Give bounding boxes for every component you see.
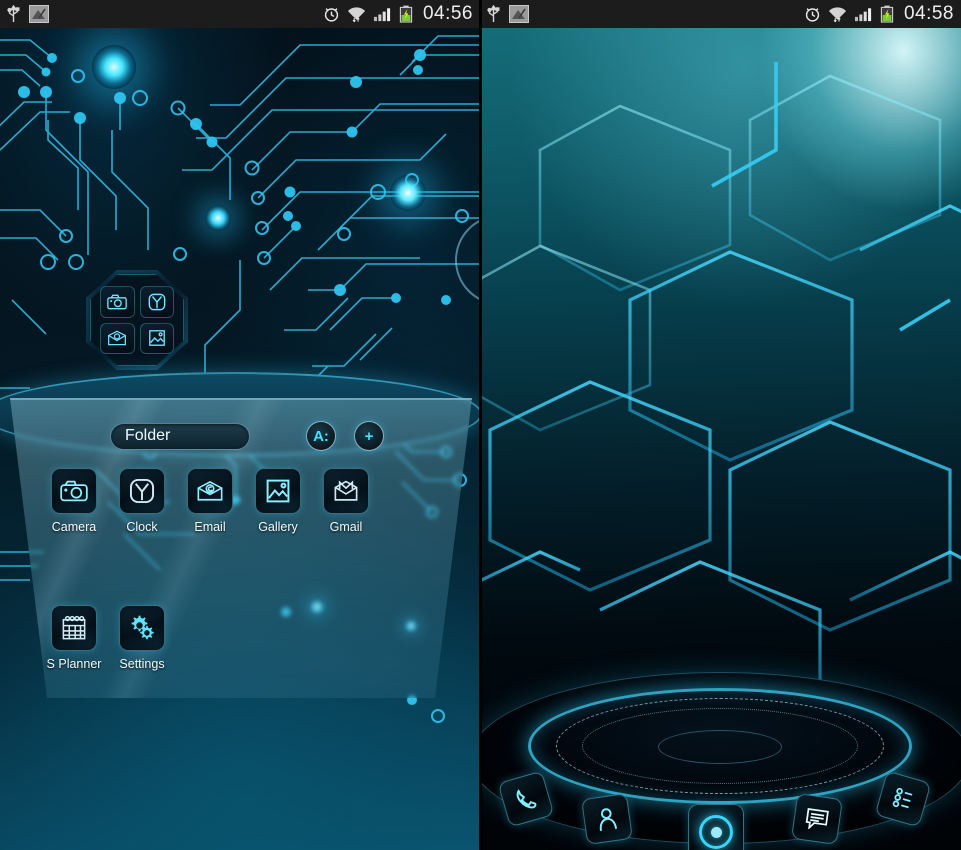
dock-messages[interactable] bbox=[791, 793, 843, 845]
folder-app-gallery[interactable]: Gallery bbox=[244, 468, 312, 534]
folder-app-gmail[interactable]: Gmail bbox=[312, 468, 380, 534]
add-app-button[interactable]: + bbox=[354, 421, 384, 451]
status-bar-clock: 04:58 bbox=[903, 3, 954, 24]
gallery-icon bbox=[255, 468, 301, 514]
clock-icon bbox=[119, 468, 165, 514]
camera-icon bbox=[51, 468, 97, 514]
folder-preview-gallery-icon bbox=[139, 322, 174, 354]
folder-name-input[interactable]: Folder bbox=[110, 422, 250, 450]
phone-icon bbox=[516, 789, 537, 809]
screenshot-pair: Folder A: + Camera Clock Email Gallery G… bbox=[0, 0, 961, 850]
folder-app-s-planner[interactable]: S Planner bbox=[40, 605, 108, 671]
folder-app-settings[interactable]: Settings bbox=[108, 605, 176, 671]
status-bar: 04:56 bbox=[0, 0, 480, 28]
wifi-icon bbox=[828, 7, 847, 23]
folder-app-grid-row-2: S Planner Settings bbox=[40, 605, 440, 671]
calendar-icon bbox=[51, 605, 97, 651]
alarm-icon bbox=[805, 8, 820, 22]
battery-charging-icon bbox=[880, 5, 894, 23]
alarm-icon bbox=[324, 8, 339, 22]
screenshot-icon bbox=[29, 5, 49, 23]
dock-contacts[interactable] bbox=[581, 793, 633, 845]
app-label: Camera bbox=[51, 520, 97, 534]
signal-icon bbox=[854, 8, 872, 22]
dock-phone[interactable] bbox=[497, 770, 555, 828]
app-drawer-icon bbox=[699, 815, 733, 849]
usb-icon bbox=[487, 5, 500, 22]
app-label: Settings bbox=[119, 657, 165, 671]
dock-appdrawer[interactable] bbox=[688, 804, 744, 850]
folder-app-grid-row-1: Camera Clock Email Gallery Gmail bbox=[40, 468, 440, 534]
wifi-icon bbox=[347, 7, 366, 23]
panel-divider bbox=[479, 0, 482, 850]
gears-icon bbox=[119, 605, 165, 651]
folder-open-screen: Folder A: + Camera Clock Email Gallery G… bbox=[0, 0, 480, 850]
folder-preview-camera-icon bbox=[100, 286, 135, 318]
folder-preview-clock-icon bbox=[139, 286, 174, 318]
folder-app-camera[interactable]: Camera bbox=[40, 468, 108, 534]
folder-header: Folder A: + bbox=[10, 416, 472, 456]
battery-charging-icon bbox=[399, 5, 413, 23]
dock bbox=[480, 672, 961, 850]
email-icon bbox=[187, 468, 233, 514]
apps-grid-icon bbox=[892, 787, 913, 809]
folder-preview-email-icon bbox=[100, 322, 135, 354]
app-label: Gallery bbox=[258, 520, 298, 534]
app-label: S Planner bbox=[46, 657, 102, 671]
usb-icon bbox=[7, 5, 20, 22]
gmail-icon bbox=[323, 468, 369, 514]
sort-alphabetically-button[interactable]: A: bbox=[306, 421, 336, 451]
folder-app-clock[interactable]: Clock bbox=[108, 468, 176, 534]
app-label: Clock bbox=[126, 520, 158, 534]
status-bar: 04:58 bbox=[480, 0, 961, 28]
app-label: Email bbox=[194, 520, 226, 534]
dock-apps[interactable] bbox=[874, 770, 932, 828]
folder-app-email[interactable]: Email bbox=[176, 468, 244, 534]
contact-icon bbox=[599, 808, 618, 832]
screenshot-icon bbox=[509, 5, 529, 23]
app-label: Gmail bbox=[329, 520, 363, 534]
message-icon bbox=[805, 808, 829, 831]
signal-icon bbox=[373, 8, 391, 22]
folder-preview-widget[interactable] bbox=[86, 270, 188, 370]
dock-inner-ring bbox=[658, 730, 782, 764]
icon-context-menu-screen: Multi-select Replace Rename Information … bbox=[480, 0, 961, 850]
status-bar-clock: 04:56 bbox=[422, 3, 473, 24]
